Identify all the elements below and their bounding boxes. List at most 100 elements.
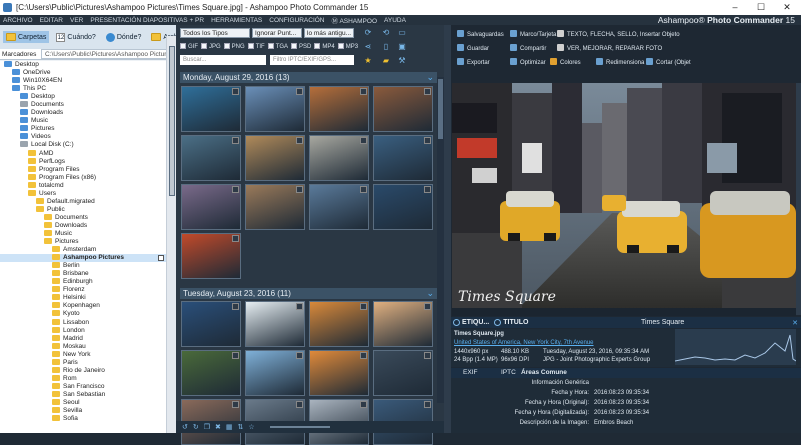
tree-item[interactable]: Rio de Janeiro <box>0 366 166 375</box>
menu-presentacion[interactable]: PRESENTACIÓN DIAPOSITIVAS + PR <box>90 17 204 24</box>
group-header[interactable]: Tuesday, August 23, 2016 (11) ⌄ <box>180 288 437 299</box>
thumbnail[interactable] <box>181 350 241 396</box>
thumbnail[interactable] <box>309 350 369 396</box>
scroll-thumb[interactable] <box>169 46 175 196</box>
grid-icon[interactable]: ▦ <box>226 423 233 431</box>
tree-item[interactable]: Lissabon <box>0 318 166 327</box>
tree-item[interactable]: Documents <box>0 101 166 109</box>
tree-item[interactable]: Default.migrated <box>0 197 166 206</box>
tree-item[interactable]: Brisbane <box>0 270 166 278</box>
donde-button[interactable]: Dónde? <box>103 31 145 44</box>
tree-item[interactable]: Helsinki <box>0 294 166 302</box>
tree-item[interactable]: Music <box>0 229 166 238</box>
type-checkbox[interactable]: GIF <box>180 42 198 50</box>
select-checkbox[interactable] <box>232 401 239 408</box>
select-checkbox[interactable] <box>296 352 303 359</box>
sort-select[interactable]: lo más antigu... <box>304 28 354 38</box>
tree-item[interactable]: Edinburgh <box>0 278 166 286</box>
document-icon[interactable]: ▯ <box>382 43 390 51</box>
thumbnail[interactable] <box>245 301 305 347</box>
tree-item[interactable]: Documents <box>0 213 166 222</box>
tree-item[interactable]: Pictures <box>0 238 166 246</box>
edit-tool-button[interactable]: TEXTO, FLECHA, SELLO, Insertar Objeto <box>557 30 680 38</box>
chevron-down-icon[interactable]: ⌄ <box>426 72 434 83</box>
edit-tool-button[interactable]: Exportar <box>457 58 490 66</box>
select-checkbox[interactable] <box>424 88 431 95</box>
tree-item[interactable]: Pictures <box>0 125 166 133</box>
select-checkbox[interactable] <box>232 235 239 242</box>
sort-icon[interactable]: ⇅ <box>238 423 244 431</box>
menu-archivo[interactable]: ARCHIVO <box>3 17 33 24</box>
edit-tool-button[interactable]: VER, MEJORAR, REPARAR FOTO <box>557 44 662 52</box>
share-icon[interactable]: ⋖ <box>364 43 372 51</box>
folder-tree-scrollbar[interactable] <box>166 36 176 433</box>
star-icon[interactable]: ☆ <box>248 423 254 431</box>
tree-item[interactable]: Videos <box>0 133 166 141</box>
select-checkbox[interactable] <box>360 88 367 95</box>
tree-item[interactable]: totalcmd <box>0 181 166 190</box>
select-checkbox[interactable] <box>360 303 367 310</box>
tree-item[interactable]: Sofia <box>0 415 166 423</box>
select-checkbox[interactable] <box>360 352 367 359</box>
select-checkbox[interactable] <box>232 352 239 359</box>
tree-item[interactable]: Kyoto <box>0 310 166 318</box>
thumbnail[interactable] <box>181 301 241 347</box>
search-input[interactable]: Buscar... <box>180 55 266 65</box>
preview-scrollbar[interactable] <box>796 83 801 315</box>
edit-tool-button[interactable]: Guardar <box>457 44 489 52</box>
thumbnail-scrollbar[interactable] <box>437 77 444 403</box>
select-checkbox[interactable] <box>424 137 431 144</box>
close-button[interactable]: ✕ <box>774 0 800 15</box>
tools-icon[interactable]: ⚒ <box>398 57 406 65</box>
menu-configuracion[interactable]: CONFIGURACIÓN <box>269 17 324 24</box>
scroll-thumb[interactable] <box>438 79 443 139</box>
tree-item[interactable]: Moskau <box>0 342 166 351</box>
edit-tool-button[interactable]: Colores <box>550 58 581 66</box>
tree-item[interactable]: New York <box>0 350 166 359</box>
tree-item[interactable]: San Francisco <box>0 382 166 391</box>
folder-open-icon[interactable]: ▰ <box>382 57 390 65</box>
tab-titulo[interactable]: TITULO <box>494 319 529 326</box>
tree-item[interactable]: Local Disk (C:) <box>0 141 166 149</box>
thumbnail[interactable] <box>245 135 305 181</box>
tree-item[interactable]: Downloads <box>0 221 166 230</box>
menu-herramientas[interactable]: HERRAMIENTAS <box>211 17 262 24</box>
tree-item[interactable]: London <box>0 326 166 335</box>
delete-icon[interactable]: ✖ <box>215 423 221 431</box>
select-checkbox[interactable] <box>424 352 431 359</box>
thumbnail[interactable] <box>245 350 305 396</box>
tree-item[interactable]: Amsterdam <box>0 246 166 254</box>
select-checkbox[interactable] <box>232 88 239 95</box>
thumbnail[interactable] <box>181 184 241 230</box>
tree-item[interactable]: Desktop <box>0 61 166 69</box>
tab-areas-comunes[interactable]: Áreas Comune <box>521 369 567 376</box>
menu-editar[interactable]: EDITAR <box>40 17 63 24</box>
type-checkbox[interactable]: MP3 <box>337 42 358 50</box>
tree-item[interactable]: PerfLogs <box>0 157 166 166</box>
edit-tool-button[interactable]: Redimensiona <box>596 58 644 66</box>
tree-item[interactable]: Kopenhagen <box>0 302 166 310</box>
select-checkbox[interactable] <box>360 137 367 144</box>
tree-item[interactable]: Public <box>0 205 166 214</box>
tree-item[interactable]: Downloads <box>0 109 166 117</box>
thumbnail[interactable] <box>309 135 369 181</box>
type-checkbox[interactable]: PNG <box>223 42 245 50</box>
star-icon[interactable]: ★ <box>364 57 372 65</box>
tree-item[interactable]: Seoul <box>0 398 166 407</box>
select-checkbox[interactable] <box>424 303 431 310</box>
tree-item[interactable]: Desktop <box>0 93 166 101</box>
print-icon[interactable]: ▣ <box>398 43 406 51</box>
tree-item[interactable]: Berlin <box>0 262 166 270</box>
rotate-left-icon[interactable]: ↺ <box>182 423 188 431</box>
group-header[interactable]: Monday, August 29, 2016 (13) ⌄ <box>180 72 437 83</box>
edit-tool-button[interactable]: Optimizar <box>510 58 546 66</box>
chat-icon[interactable]: ▭ <box>398 29 406 37</box>
type-checkbox[interactable]: MP4 <box>314 42 335 50</box>
edit-tool-button[interactable]: Cortar (Objet <box>646 58 691 66</box>
tree-item[interactable]: Ashampoo Pictures <box>0 254 166 263</box>
select-checkbox[interactable] <box>296 303 303 310</box>
thumbnail[interactable] <box>309 86 369 132</box>
tab-etiquetas[interactable]: ETIQU... <box>453 319 489 326</box>
tab-exif[interactable]: EXIF <box>463 369 477 376</box>
thumbnail[interactable] <box>373 301 433 347</box>
